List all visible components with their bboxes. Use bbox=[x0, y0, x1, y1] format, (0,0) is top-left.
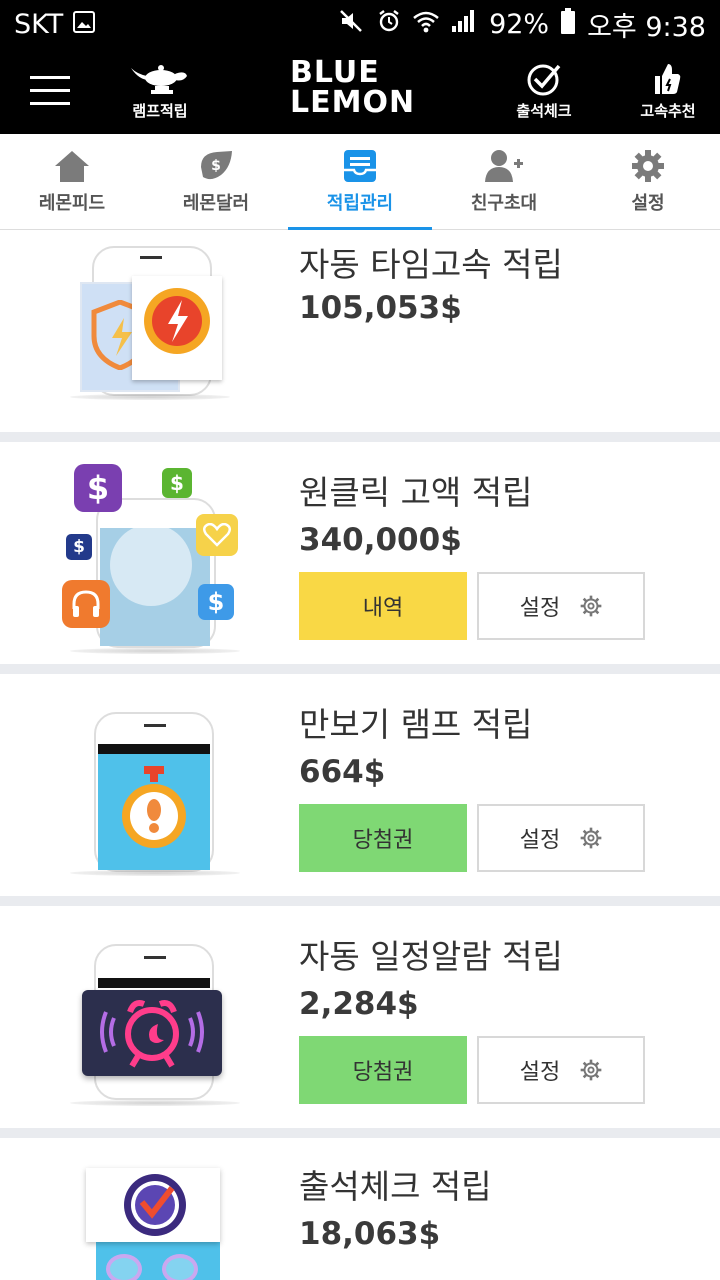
dollar-leaf-icon: $ bbox=[201, 151, 232, 180]
ticket-button-label: 당첨권 bbox=[352, 1060, 414, 1085]
signal-icon bbox=[451, 9, 477, 40]
dollar-badge-icon: $ bbox=[74, 464, 122, 512]
lightning-bolt-icon bbox=[144, 288, 210, 354]
inbox-icon bbox=[344, 150, 376, 182]
card-title: 자동 일정알람 적립 bbox=[299, 937, 563, 976]
fast-recommend-label: 고속추천 bbox=[640, 101, 696, 120]
battery-icon bbox=[561, 7, 576, 41]
auto-alarm-illustration bbox=[60, 932, 240, 1106]
dollar-badge-icon: $ bbox=[66, 534, 92, 560]
status-bar: SKT 92% 오후 9:38 bbox=[0, 0, 720, 48]
dollar-badge-icon: $ bbox=[162, 468, 192, 498]
settings-button[interactable]: 설정 bbox=[477, 1036, 645, 1104]
pedometer-illustration bbox=[60, 702, 240, 876]
menu-button[interactable] bbox=[28, 48, 72, 134]
tab-label: 적립관리 bbox=[326, 193, 394, 214]
alarm-icon bbox=[377, 9, 401, 40]
ticket-button-label: 당첨권 bbox=[352, 828, 414, 853]
headphones-icon bbox=[62, 580, 110, 628]
gear-icon bbox=[580, 595, 602, 617]
card-title: 자동 타임고속 적립 bbox=[299, 245, 563, 284]
home-icon bbox=[55, 151, 89, 182]
tab-lemon-feed[interactable]: 레몬피드 bbox=[0, 134, 144, 230]
gallery-notification-icon bbox=[73, 9, 96, 40]
ticket-button[interactable]: 당첨권 bbox=[299, 804, 467, 872]
history-button-label: 내역 bbox=[362, 596, 404, 621]
app-header: 램프적립 BLUE LEMON 출석체크 고속추천 bbox=[0, 48, 720, 134]
card-title: 원클릭 고액 적립 bbox=[299, 473, 533, 512]
tab-invite-friend[interactable]: 친구초대 bbox=[432, 134, 576, 230]
battery-percent: 92% bbox=[489, 8, 550, 40]
card-amount: 18,063$ bbox=[299, 1216, 441, 1252]
lamp-earn-label: 램프적립 bbox=[132, 101, 188, 120]
earn-card-pedometer[interactable]: 만보기 램프 적립 664$ 당첨권 설정 bbox=[0, 674, 720, 896]
gear-icon bbox=[580, 1059, 602, 1081]
alarm-clock-icon bbox=[100, 1000, 204, 1068]
tab-settings[interactable]: 설정 bbox=[576, 134, 720, 230]
settings-button[interactable]: 설정 bbox=[477, 572, 645, 640]
blue-lemon-logo: BLUE LEMON bbox=[290, 58, 430, 124]
tab-earn-management[interactable]: 적립관리 bbox=[288, 134, 432, 231]
one-click-illustration: $ $ $ $ bbox=[60, 464, 240, 654]
svg-text:$: $ bbox=[211, 158, 221, 174]
history-button[interactable]: 내역 bbox=[299, 572, 467, 640]
add-user-icon bbox=[485, 150, 523, 182]
magic-lamp-icon bbox=[131, 64, 187, 94]
settings-button-label: 설정 bbox=[519, 1060, 561, 1085]
dollar-badge-icon: $ bbox=[198, 584, 234, 620]
card-amount: 105,053$ bbox=[299, 290, 462, 326]
card-amount: 340,000$ bbox=[299, 522, 462, 558]
tab-lemon-dollar[interactable]: $ 레몬달러 bbox=[144, 134, 288, 230]
tab-label: 설정 bbox=[631, 193, 665, 214]
card-title: 만보기 램프 적립 bbox=[299, 705, 533, 744]
lamp-earn-button[interactable]: 램프적립 bbox=[120, 48, 200, 134]
attendance-check-button[interactable]: 출석체크 bbox=[504, 48, 584, 134]
card-title: 출석체크 적립 bbox=[299, 1167, 492, 1206]
attendance-illustration bbox=[60, 1168, 240, 1280]
attendance-check-label: 출석체크 bbox=[516, 101, 572, 120]
gear-icon bbox=[632, 150, 664, 182]
earn-list: 자동 타임고속 적립 105,053$ $ $ $ $ 원클릭 고액 적립 34… bbox=[0, 230, 720, 1280]
tab-bar: 레몬피드 $ 레몬달러 적립관리 친구초대 설정 bbox=[0, 134, 720, 231]
wifi-icon bbox=[413, 9, 439, 40]
carrier-label: SKT bbox=[14, 8, 64, 40]
auto-time-illustration bbox=[60, 240, 240, 400]
logo-line-blue: BLUE bbox=[290, 55, 380, 90]
card-amount: 664$ bbox=[299, 754, 386, 790]
tab-label: 레몬피드 bbox=[38, 193, 106, 214]
tab-label: 친구초대 bbox=[470, 193, 538, 214]
earn-card-auto-time[interactable]: 자동 타임고속 적립 105,053$ bbox=[0, 230, 720, 432]
settings-button[interactable]: 설정 bbox=[477, 804, 645, 872]
tab-label: 레몬달러 bbox=[182, 193, 250, 214]
ticket-button[interactable]: 당첨권 bbox=[299, 1036, 467, 1104]
earn-card-attendance[interactable]: 출석체크 적립 18,063$ bbox=[0, 1138, 720, 1280]
gear-icon bbox=[580, 827, 602, 849]
check-circle-icon bbox=[527, 64, 561, 95]
mute-icon bbox=[339, 9, 365, 40]
card-amount: 2,284$ bbox=[299, 986, 419, 1022]
logo-line-lemon: LEMON bbox=[290, 85, 416, 120]
check-badge-icon bbox=[124, 1174, 186, 1236]
thumbs-up-icon bbox=[655, 63, 681, 94]
heart-icon bbox=[196, 514, 238, 556]
settings-button-label: 설정 bbox=[519, 596, 561, 621]
clock: 오후 9:38 bbox=[587, 11, 706, 43]
earn-card-auto-alarm[interactable]: 자동 일정알람 적립 2,284$ 당첨권 설정 bbox=[0, 906, 720, 1128]
fast-recommend-button[interactable]: 고속추천 bbox=[628, 48, 708, 134]
settings-button-label: 설정 bbox=[519, 828, 561, 853]
app-screen: SKT 92% 오후 9:38 램프적립 BLUE LEMON 출석체크 고속추… bbox=[0, 0, 720, 1280]
stopwatch-icon bbox=[122, 766, 186, 848]
hamburger-icon bbox=[30, 76, 70, 105]
earn-card-one-click[interactable]: $ $ $ $ 원클릭 고액 적립 340,000$ 내역 설정 bbox=[0, 442, 720, 664]
